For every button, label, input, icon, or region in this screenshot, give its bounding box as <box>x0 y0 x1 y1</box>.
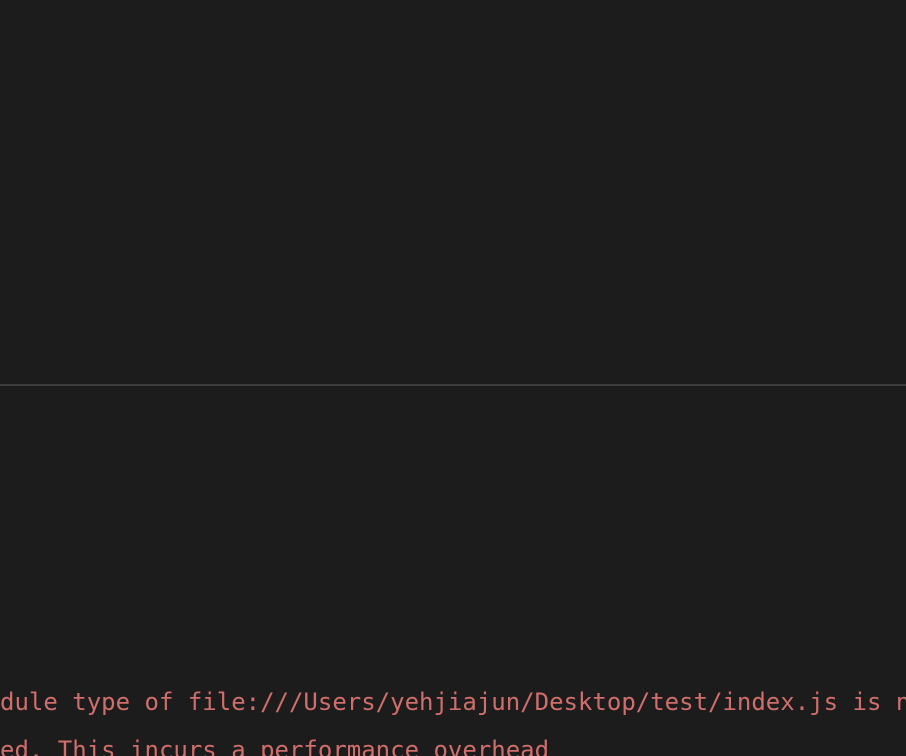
ide-window-fragment: dule type of file:///Users/yehjiajun/Des… <box>0 0 906 756</box>
terminal-error-line-1: dule type of file:///Users/yehjiajun/Des… <box>0 688 906 716</box>
terminal-error-line-2: ed. This incurs a performance overhead <box>0 736 549 756</box>
editor-pane[interactable] <box>0 0 906 384</box>
